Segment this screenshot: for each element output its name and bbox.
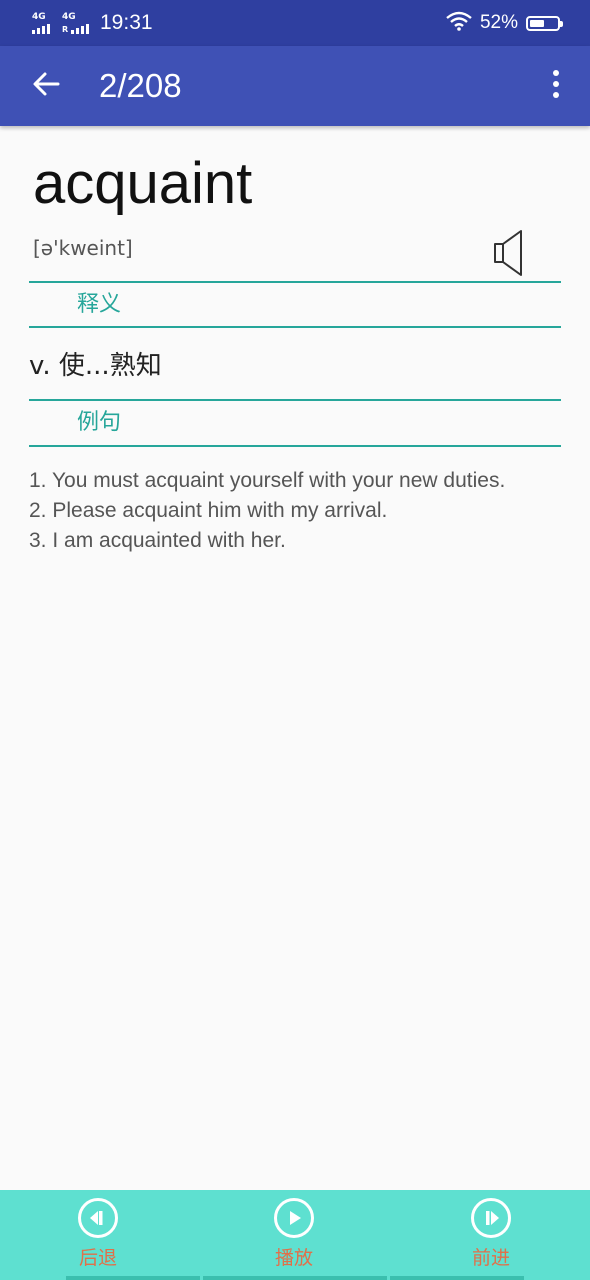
play-icon [274, 1198, 314, 1238]
back-step-label: 后退 [78, 1247, 117, 1269]
page-title: 2/208 [99, 67, 182, 104]
wifi-icon [446, 11, 472, 35]
divider [29, 445, 561, 447]
status-bar: 4G 4G R 19:31 52% [0, 0, 590, 46]
battery-percent: 52% [479, 12, 518, 33]
pronounce-button[interactable] [492, 228, 526, 278]
example-section-label: 例句 [77, 410, 122, 435]
status-right: 52% [446, 9, 563, 37]
back-step-button[interactable]: 后退 [48, 1198, 148, 1278]
meaning-section-label: 释义 [77, 292, 122, 317]
fast-forward-icon [471, 1198, 511, 1238]
status-time: 19:31 [100, 11, 153, 34]
tab-indicator [203, 1276, 387, 1280]
more-vertical-icon [552, 69, 560, 103]
battery-icon [526, 15, 563, 31]
bottom-bar: 后退 播放 前进 [0, 1190, 590, 1280]
divider [29, 399, 561, 401]
network-type-label: 4G [62, 12, 76, 22]
overflow-menu-button[interactable] [542, 66, 570, 106]
play-label: 播放 [274, 1247, 313, 1269]
battery-fill [530, 19, 544, 27]
word-definition: v. 使...熟知 [29, 351, 162, 381]
play-button[interactable]: 播放 [244, 1198, 344, 1278]
screen: 4G 4G R 19:31 52% 2/208 acquaint [ə'kwei… [0, 0, 590, 1280]
word-phonetic: [ə'kweint] [33, 236, 133, 260]
arrow-left-icon [31, 69, 61, 103]
app-bar: 2/208 [0, 46, 590, 126]
example-list: 1. You must acquaint yourself with your … [29, 466, 549, 556]
network-type-label: 4G [32, 12, 46, 22]
forward-step-label: 前进 [471, 1247, 510, 1269]
word-title: acquaint [33, 151, 253, 216]
example-sentence: 2. Please acquaint him with my arrival. [29, 499, 388, 522]
signal-icon: 4G [32, 12, 54, 34]
back-button[interactable] [26, 66, 66, 106]
rewind-icon [78, 1198, 118, 1238]
example-sentence: 3. I am acquainted with her. [29, 529, 286, 552]
tab-indicator [66, 1276, 200, 1280]
roaming-signal-icon: 4G R [62, 12, 89, 34]
forward-step-button[interactable]: 前进 [441, 1198, 541, 1278]
divider [29, 281, 561, 283]
tab-indicator [390, 1276, 524, 1280]
example-sentence: 1. You must acquaint yourself with your … [29, 469, 506, 492]
divider [29, 326, 561, 328]
speaker-icon [492, 230, 526, 282]
status-signals: 4G 4G R [32, 10, 89, 34]
